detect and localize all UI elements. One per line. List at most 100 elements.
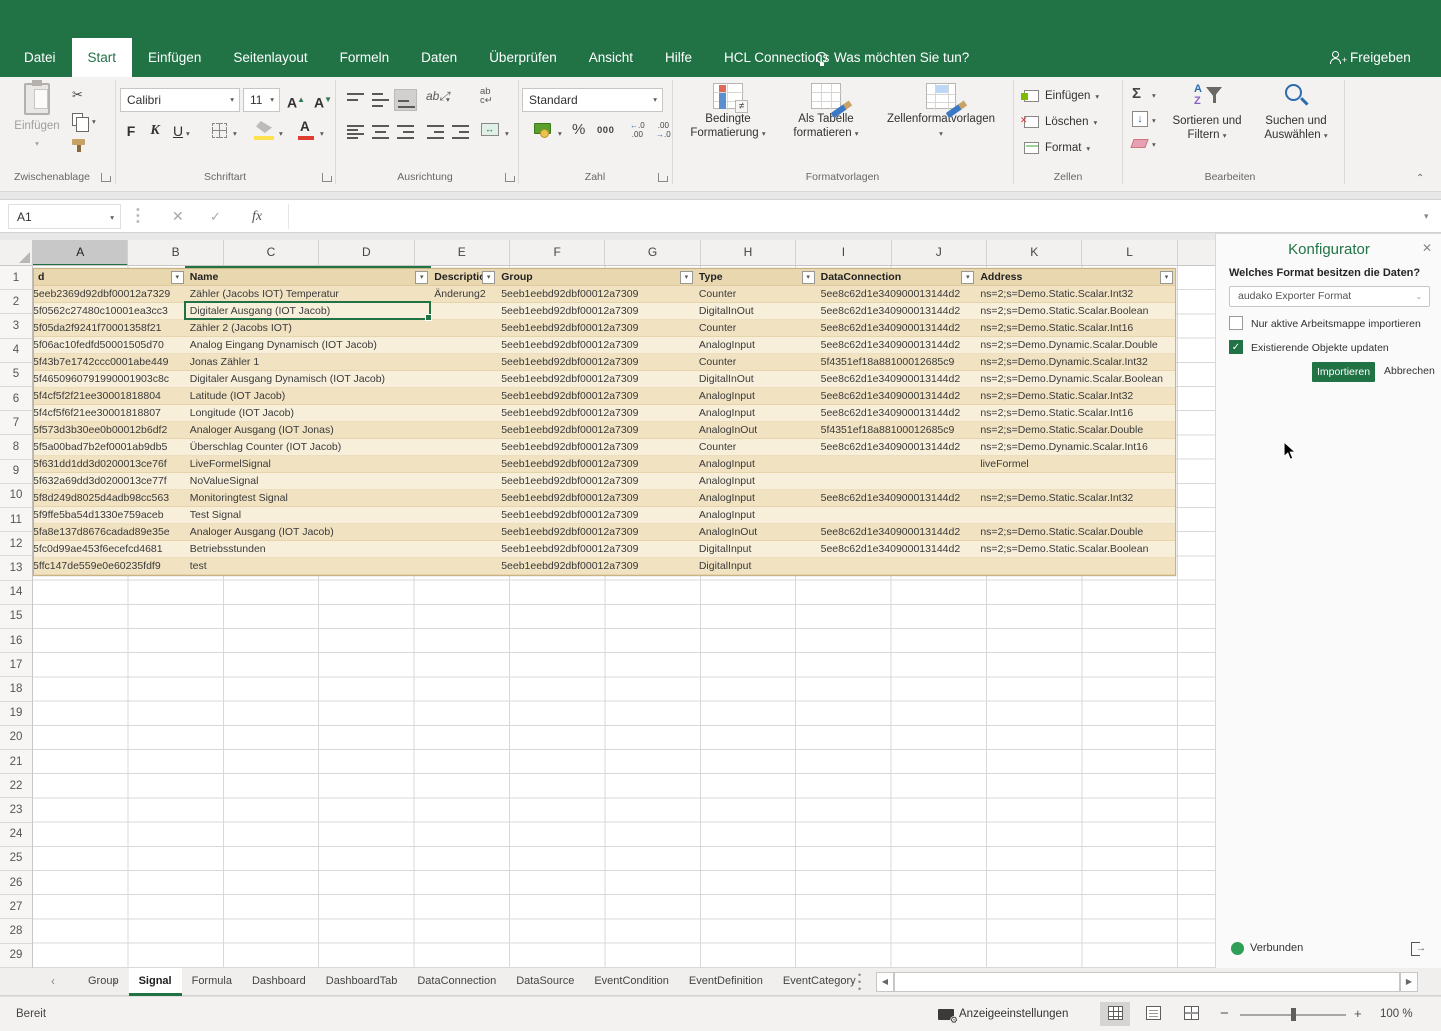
- table-cell[interactable]: ns=2;s=Demo.Dynamic.Scalar.Double: [976, 337, 1175, 354]
- align-middle-button[interactable]: [369, 89, 392, 111]
- font-color-dropdown-icon[interactable]: ▾: [320, 129, 324, 138]
- table-cell[interactable]: ns=2;s=Demo.Static.Scalar.Int32: [976, 388, 1175, 405]
- table-cell[interactable]: Counter: [695, 320, 817, 337]
- fill-color-dropdown-icon[interactable]: ▾: [279, 129, 283, 138]
- table-cell[interactable]: Test Signal: [186, 507, 431, 524]
- table-cell[interactable]: ns=2;s=Demo.Dynamic.Scalar.Int32: [976, 354, 1175, 371]
- fill-color-icon[interactable]: [256, 121, 272, 133]
- font-color-icon[interactable]: A: [300, 119, 310, 134]
- table-cell[interactable]: Änderung2: [430, 286, 497, 303]
- table-cell[interactable]: 5fa8e137d8676cadad89e35e: [34, 524, 186, 541]
- table-cell[interactable]: AnalogInput: [695, 473, 817, 490]
- table-cell[interactable]: 5f4351ef18a88100012685c9: [817, 422, 977, 439]
- format-cells-button[interactable]: Format▾: [1024, 137, 1090, 159]
- conditional-formatting-button[interactable]: ≠ Bedingte Formatierung ▾: [680, 83, 776, 141]
- column-header-I[interactable]: I: [796, 240, 891, 266]
- column-header-L[interactable]: L: [1082, 240, 1177, 266]
- align-center-button[interactable]: [369, 121, 392, 143]
- table-cell[interactable]: 5eeb1eebd92dbf00012a7309: [497, 422, 695, 439]
- table-cell[interactable]: [430, 524, 497, 541]
- borders-icon[interactable]: [212, 123, 227, 138]
- borders-dropdown-icon[interactable]: ▾: [233, 129, 237, 138]
- hscroll-track[interactable]: [894, 972, 1400, 992]
- align-top-button[interactable]: [344, 89, 367, 111]
- column-header-A[interactable]: A: [33, 240, 128, 266]
- paste-dropdown-icon[interactable]: ▾: [35, 139, 39, 148]
- view-normal-button[interactable]: [1100, 1002, 1130, 1026]
- table-cell[interactable]: AnalogInput: [695, 507, 817, 524]
- sheet-tab-eventdefinition[interactable]: EventDefinition: [679, 968, 773, 996]
- copy-icon[interactable]: [72, 113, 83, 126]
- table-cell[interactable]: ns=2;s=Demo.Static.Scalar.Double: [976, 524, 1175, 541]
- column-header-H[interactable]: H: [701, 240, 796, 266]
- table-cell[interactable]: [430, 439, 497, 456]
- align-bottom-button[interactable]: [394, 89, 417, 111]
- filter-dropdown-icon[interactable]: ▾: [171, 271, 184, 284]
- table-cell[interactable]: ns=2;s=Demo.Dynamic.Scalar.Int16: [976, 439, 1175, 456]
- filter-dropdown-icon[interactable]: ▾: [415, 271, 428, 284]
- table-cell[interactable]: test: [186, 558, 431, 575]
- row-header-20[interactable]: 20: [0, 726, 32, 750]
- fill-dropdown-icon[interactable]: ▾: [1152, 116, 1156, 125]
- table-cell[interactable]: 5ee8c62d1e340900013144d2: [817, 320, 977, 337]
- cut-icon[interactable]: ✂: [72, 87, 83, 103]
- row-header-3[interactable]: 3: [0, 314, 32, 338]
- orientation-dropdown-icon[interactable]: ▾: [446, 95, 450, 104]
- table-cell[interactable]: [430, 456, 497, 473]
- copy-dropdown-icon[interactable]: ▾: [92, 117, 96, 126]
- row-header-21[interactable]: 21: [0, 750, 32, 774]
- wrap-text-icon[interactable]: abc↵: [480, 87, 493, 105]
- row-header-18[interactable]: 18: [0, 677, 32, 701]
- filter-dropdown-icon[interactable]: ▾: [802, 271, 815, 284]
- table-cell[interactable]: AnalogInOut: [695, 524, 817, 541]
- column-header-J[interactable]: J: [892, 240, 987, 266]
- paste-button[interactable]: Einfügen ▾: [12, 83, 62, 167]
- name-box[interactable]: A1▾: [8, 204, 121, 229]
- autosum-button[interactable]: Σ: [1132, 85, 1141, 102]
- font-size-select[interactable]: 11▾: [243, 88, 280, 112]
- table-cell[interactable]: 5eeb1eebd92dbf00012a7309: [497, 558, 695, 575]
- table-cell[interactable]: 5fc0d99ae453f6ecefcd4681: [34, 541, 186, 558]
- sheet-tab-dashboardtab[interactable]: DashboardTab: [316, 968, 408, 996]
- table-cell[interactable]: [430, 507, 497, 524]
- table-cell[interactable]: 5eeb1eebd92dbf00012a7309: [497, 303, 695, 320]
- sheet-tab-eventcategory[interactable]: EventCategory: [773, 968, 866, 996]
- column-header-F[interactable]: F: [510, 240, 605, 266]
- currency-dropdown-icon[interactable]: ▾: [558, 129, 562, 138]
- table-cell[interactable]: 5f0562c27480c10001ea3cc3: [34, 303, 186, 320]
- underline-dropdown-icon[interactable]: ▾: [186, 129, 190, 138]
- display-settings-button[interactable]: Anzeigeeinstellungen: [938, 997, 1068, 1031]
- table-cell[interactable]: ns=2;s=Demo.Static.Scalar.Boolean: [976, 303, 1175, 320]
- table-cell[interactable]: 5ee8c62d1e340900013144d2: [817, 337, 977, 354]
- formula-bar-grip-icon[interactable]: •••: [136, 207, 140, 225]
- filter-dropdown-icon[interactable]: ▾: [680, 271, 693, 284]
- table-cell[interactable]: [430, 388, 497, 405]
- row-header-17[interactable]: 17: [0, 653, 32, 677]
- table-cell[interactable]: Monitoringtest Signal: [186, 490, 431, 507]
- shrink-font-button[interactable]: A▼: [311, 88, 335, 112]
- table-cell[interactable]: 5f05da2f9241f70001358f21: [34, 320, 186, 337]
- zoom-in-button[interactable]: +: [1354, 997, 1362, 1031]
- format-select[interactable]: audako Exporter Format⌄: [1229, 286, 1430, 307]
- row-header-11[interactable]: 11: [0, 508, 32, 532]
- cancel-entry-icon[interactable]: ✕: [172, 204, 184, 229]
- menu-tab-ansicht[interactable]: Ansicht: [573, 38, 649, 77]
- update-objects-checkbox[interactable]: ✓: [1229, 340, 1243, 354]
- table-cell[interactable]: [430, 303, 497, 320]
- table-cell[interactable]: 5eeb1eebd92dbf00012a7309: [497, 507, 695, 524]
- table-cell[interactable]: 5ee8c62d1e340900013144d2: [817, 371, 977, 388]
- table-cell[interactable]: 5ee8c62d1e340900013144d2: [817, 303, 977, 320]
- format-painter-icon[interactable]: [72, 139, 85, 145]
- table-cell[interactable]: 5ee8c62d1e340900013144d2: [817, 286, 977, 303]
- table-cell[interactable]: 5ee8c62d1e340900013144d2: [817, 524, 977, 541]
- table-cell[interactable]: [430, 422, 497, 439]
- hscroll-left-icon[interactable]: ◀: [876, 972, 894, 992]
- table-cell[interactable]: 5f4cf5f2f21ee30001818804: [34, 388, 186, 405]
- table-cell[interactable]: 5f4650960791990001903c8c: [34, 371, 186, 388]
- active-workbook-checkbox[interactable]: [1229, 316, 1243, 330]
- italic-button[interactable]: K: [145, 119, 165, 143]
- table-cell[interactable]: Digitaler Ausgang Dynamisch (IOT Jacob): [186, 371, 431, 388]
- table-cell[interactable]: 5f43b7e1742ccc0001abe449: [34, 354, 186, 371]
- table-cell[interactable]: 5ee8c62d1e340900013144d2: [817, 388, 977, 405]
- sheet-tab-datasource[interactable]: DataSource: [506, 968, 584, 996]
